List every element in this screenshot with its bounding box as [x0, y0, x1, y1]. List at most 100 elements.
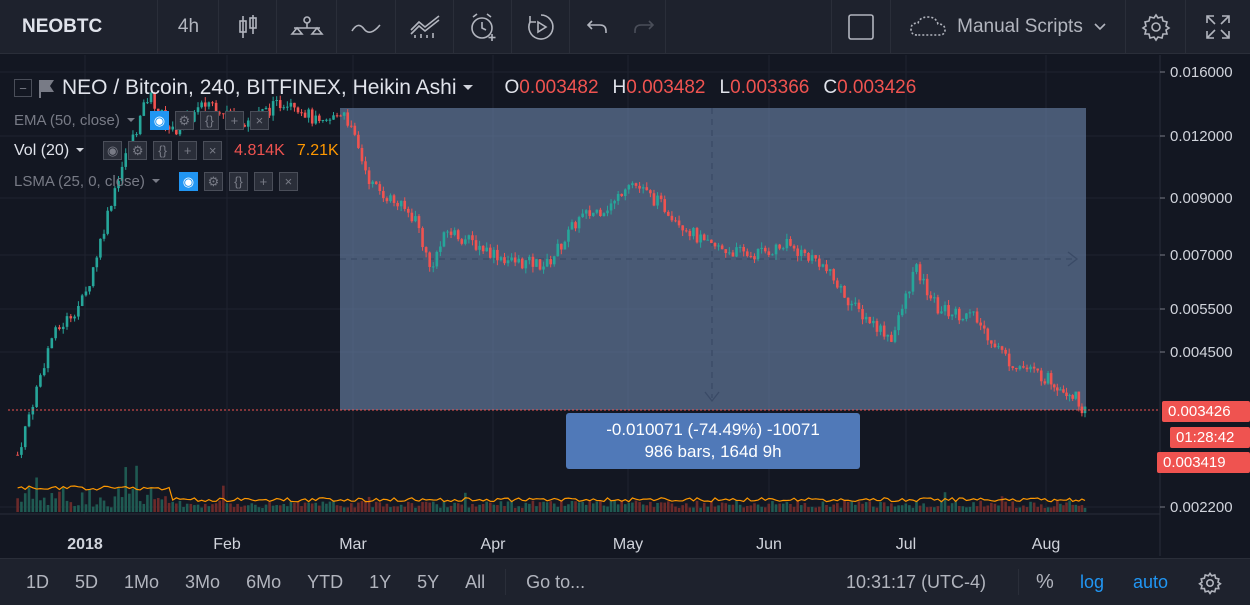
- lsma-visibility-eye-icon[interactable]: ◉: [178, 172, 198, 191]
- candle-body: [77, 305, 80, 317]
- candle-body: [453, 230, 456, 235]
- candle-body: [695, 227, 699, 243]
- candle-body: [677, 220, 681, 226]
- flag-icon[interactable]: [38, 78, 56, 98]
- indicators-button[interactable]: [337, 0, 396, 54]
- volume-bar: [1049, 507, 1053, 512]
- volume-bar: [149, 488, 153, 512]
- candle-body: [785, 238, 789, 249]
- candle-body: [656, 195, 659, 206]
- candle-body: [803, 249, 807, 254]
- templates-button[interactable]: [396, 0, 454, 54]
- volume-bar: [577, 502, 581, 512]
- ema-label[interactable]: EMA (50, close): [14, 112, 120, 129]
- price-chart[interactable]: 0.016000 0.012000 0.009000 0.007000 0.005500…: [0, 55, 1250, 557]
- range-3mo-button[interactable]: 3Mo: [185, 572, 220, 593]
- auto-scale-toggle[interactable]: auto: [1133, 572, 1168, 593]
- volume-bar: [713, 506, 717, 512]
- lsma-label[interactable]: LSMA (25, 0, close): [14, 173, 145, 190]
- chart-pane[interactable]: 0.016000 0.012000 0.009000 0.007000 0.005500…: [0, 55, 1250, 557]
- volume-bar: [613, 500, 616, 512]
- volume-bar: [886, 506, 890, 512]
- range-1d-button[interactable]: 1D: [26, 572, 49, 593]
- alert-button[interactable]: [454, 0, 512, 54]
- layout-button[interactable]: [831, 0, 891, 54]
- lsma-more-plus-icon[interactable]: +: [253, 172, 273, 191]
- range-ytd-button[interactable]: YTD: [307, 572, 343, 593]
- ema-visibility-eye-icon[interactable]: ◉: [149, 111, 169, 130]
- volume-bar: [875, 507, 879, 512]
- volume-bar: [453, 502, 456, 512]
- volume-visibility-eye-icon[interactable]: ◉: [103, 141, 123, 160]
- go-to-date-button[interactable]: Go to...: [526, 572, 585, 593]
- undo-button[interactable]: [572, 0, 622, 54]
- volume-bar: [417, 505, 421, 512]
- volume-bar: [271, 505, 275, 512]
- candle-body: [428, 252, 431, 267]
- clock-timezone[interactable]: 10:31:17 (UTC-4): [846, 572, 986, 593]
- volume-label[interactable]: Vol (20): [14, 142, 69, 160]
- manual-scripts-button[interactable]: Manual Scripts: [891, 0, 1126, 54]
- fullscreen-icon: [1206, 15, 1230, 39]
- ema-settings-gear-icon[interactable]: ⚙: [174, 111, 194, 130]
- caret-down-icon[interactable]: [462, 84, 474, 92]
- collapse-legend-button[interactable]: −: [14, 79, 32, 97]
- volume-bar: [399, 504, 403, 512]
- caret-down-icon[interactable]: [151, 178, 161, 185]
- candle-body: [421, 228, 424, 248]
- volume-settings-gear-icon[interactable]: ⚙: [128, 141, 148, 160]
- ema-more-plus-icon[interactable]: +: [224, 111, 244, 130]
- symbol-search-button[interactable]: NEOBTC: [0, 0, 158, 54]
- log-scale-toggle[interactable]: log: [1080, 572, 1104, 593]
- ema-source-icon[interactable]: {}: [199, 111, 219, 130]
- candle-body: [745, 251, 749, 256]
- chevron-down-icon: [1094, 23, 1106, 31]
- volume-source-icon[interactable]: {}: [153, 141, 173, 160]
- lsma-remove-close-icon[interactable]: ×: [278, 172, 298, 191]
- candle-body: [318, 115, 321, 122]
- range-5d-button[interactable]: 5D: [75, 572, 98, 593]
- price-axis: 0.016000 0.012000 0.009000 0.007000 0.005500…: [1160, 64, 1233, 516]
- range-1y-button[interactable]: 1Y: [369, 572, 391, 593]
- volume-bar: [839, 507, 843, 512]
- high-label: H: [612, 77, 627, 98]
- series-title[interactable]: NEO / Bitcoin, 240, BITFINEX, Heikin Ash…: [62, 76, 456, 100]
- lsma-settings-gear-icon[interactable]: ⚙: [203, 172, 223, 191]
- volume-bar: [825, 505, 828, 512]
- range-6mo-button[interactable]: 6Mo: [246, 572, 281, 593]
- volume-remove-close-icon[interactable]: ×: [203, 141, 223, 160]
- chart-style-button[interactable]: [219, 0, 277, 54]
- candle-body: [513, 257, 517, 263]
- percent-scale-toggle[interactable]: %: [1036, 571, 1054, 594]
- range-all-button[interactable]: All: [465, 572, 485, 593]
- candle-body: [464, 239, 467, 244]
- volume-bar: [236, 503, 239, 512]
- settings-button[interactable]: [1126, 0, 1186, 54]
- candle-body: [1043, 381, 1047, 384]
- volume-more-plus-icon[interactable]: +: [178, 141, 198, 160]
- redo-button[interactable]: [622, 0, 666, 54]
- lsma-source-icon[interactable]: {}: [228, 172, 248, 191]
- volume-bar: [513, 507, 517, 512]
- volume-bar: [868, 501, 872, 512]
- range-5y-button[interactable]: 5Y: [417, 572, 439, 593]
- gear-icon[interactable]: [1198, 571, 1222, 595]
- candle-body: [1004, 349, 1007, 354]
- volume-bar: [50, 493, 54, 512]
- ema-remove-close-icon[interactable]: ×: [249, 111, 269, 130]
- caret-down-icon[interactable]: [126, 117, 136, 124]
- volume-bar: [31, 498, 35, 512]
- range-1mo-button[interactable]: 1Mo: [124, 572, 159, 593]
- candle-body: [1065, 392, 1068, 396]
- candle-body: [1068, 395, 1071, 397]
- interval-button[interactable]: 4h: [159, 0, 219, 54]
- replay-button[interactable]: [512, 0, 570, 54]
- volume-bar: [915, 501, 918, 512]
- candle-body: [95, 257, 99, 268]
- compare-button[interactable]: [277, 0, 337, 54]
- candle-body: [517, 258, 521, 263]
- caret-down-icon[interactable]: [75, 147, 85, 154]
- fullscreen-button[interactable]: [1186, 0, 1250, 54]
- candle-body: [634, 183, 638, 186]
- volume-bar: [478, 504, 481, 512]
